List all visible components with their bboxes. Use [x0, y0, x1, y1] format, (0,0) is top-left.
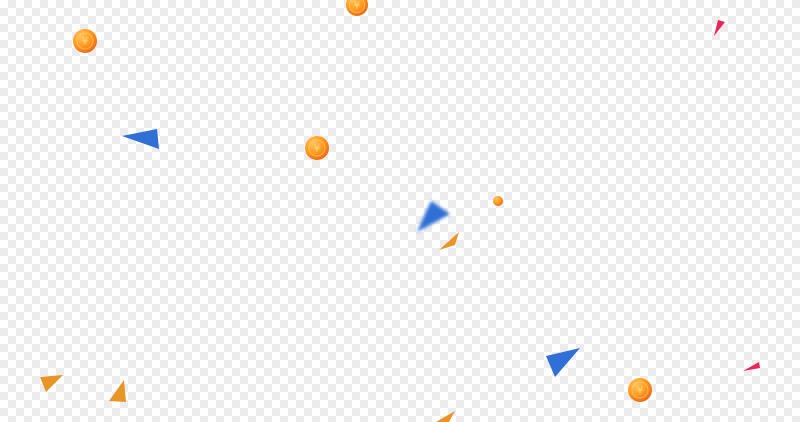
coin-top-left: ¥: [73, 29, 97, 53]
blue-triangle-bottom: [546, 348, 580, 377]
orange-triangle-bottom-center: [436, 411, 455, 422]
red-triangle-right: [743, 362, 760, 371]
coin-yen-symbol: ¥: [637, 386, 643, 397]
orange-triangle-bottom-left: [40, 375, 63, 392]
blue-triangle-left: [122, 129, 159, 149]
red-triangle-top-right: [714, 20, 725, 36]
coin-yen-symbol: ¥: [314, 144, 320, 155]
coin-yen-symbol: ¥: [354, 1, 360, 12]
coin-bottom-right: ¥: [628, 378, 652, 402]
orange-triangle-bottom-left-small: [109, 380, 126, 402]
coin-top-center: ¥: [346, 0, 368, 16]
blue-triangle-center-blurred: [417, 201, 450, 232]
coin-middle: ¥: [305, 136, 329, 160]
coin-yen-symbol: ¥: [82, 37, 88, 48]
small-coin: [493, 196, 503, 206]
confetti-scene: ¥ ¥ ¥ ¥: [40, 0, 760, 422]
orange-triangle-center: [439, 232, 459, 250]
